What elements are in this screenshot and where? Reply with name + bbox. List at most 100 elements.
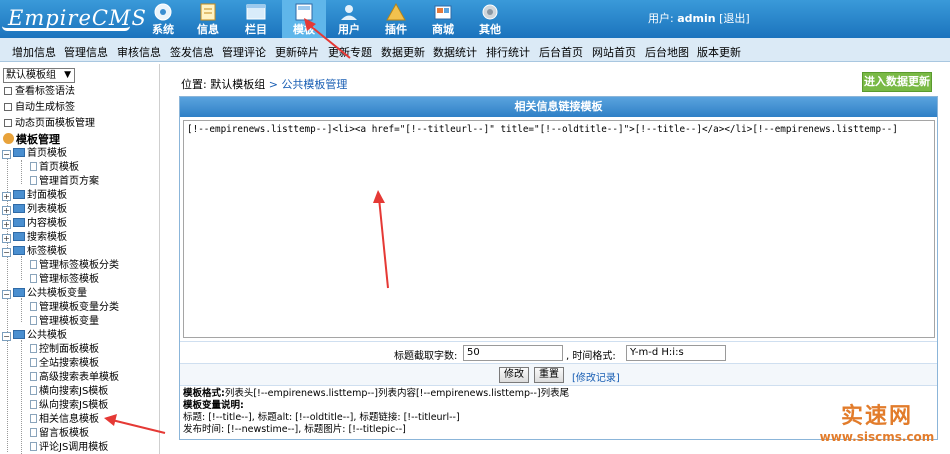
tree-item-cp-template[interactable]: 控制面板模板 bbox=[30, 344, 99, 356]
submenu-version-update[interactable]: 版本更新 bbox=[697, 44, 741, 60]
tree-folder-tag[interactable]: − 标签模板 bbox=[2, 246, 67, 258]
template-group-select[interactable]: 默认模板组 ▼ bbox=[3, 68, 75, 83]
submit-button[interactable]: 修改 bbox=[499, 367, 529, 383]
tree-label: 高级搜索表单模板 bbox=[39, 372, 119, 383]
submenu-update-fragment[interactable]: 更新碎片 bbox=[275, 44, 319, 60]
tree-item-tag-template[interactable]: 管理标签模板 bbox=[30, 274, 99, 286]
help-format-text: 列表头[!--empirenews.listtemp--]列表内容[!--emp… bbox=[224, 388, 570, 399]
tree-item-related-info[interactable]: 相关信息模板 bbox=[30, 414, 99, 426]
tree-item-comment-js[interactable]: 评论JS调用模板 bbox=[30, 442, 108, 454]
nav-shop[interactable]: 商城 bbox=[421, 0, 465, 38]
user-name: admin bbox=[677, 12, 716, 25]
enter-data-update-button[interactable]: 进入数据更新 bbox=[862, 72, 932, 92]
nav-system[interactable]: 系统 bbox=[141, 0, 185, 38]
submenu-update-topic[interactable]: 更新专题 bbox=[328, 44, 372, 60]
document-icon bbox=[30, 414, 37, 423]
tree-item-tag-class[interactable]: 管理标签模板分类 bbox=[30, 260, 119, 272]
time-format-label: , 时间格式: bbox=[566, 351, 616, 362]
expand-icon[interactable]: + bbox=[2, 192, 11, 201]
folder-open-icon bbox=[13, 330, 25, 339]
reset-button[interactable]: 重置 bbox=[534, 367, 564, 383]
tree-label: 公共模板 bbox=[27, 330, 67, 341]
document-icon bbox=[30, 302, 37, 311]
submenu-site-home[interactable]: 网站首页 bbox=[592, 44, 636, 60]
nav-plugin[interactable]: 插件 bbox=[374, 0, 418, 38]
sidebar-link-auto-tag[interactable]: 自动生成标签 bbox=[4, 102, 75, 114]
breadcrumb-group[interactable]: 默认模板组 bbox=[210, 78, 265, 91]
submenu-rank-stats[interactable]: 排行统计 bbox=[486, 44, 530, 60]
tree-label: 首页模板 bbox=[27, 148, 67, 159]
nav-column[interactable]: 栏目 bbox=[234, 0, 278, 38]
tree-folder-content[interactable]: + 内容模板 bbox=[2, 218, 67, 230]
tree-label: 搜索模板 bbox=[27, 232, 67, 243]
tree-item-adv-search[interactable]: 高级搜索表单模板 bbox=[30, 372, 119, 384]
submenu-admin-map[interactable]: 后台地图 bbox=[645, 44, 689, 60]
submenu-data-update[interactable]: 数据更新 bbox=[381, 44, 425, 60]
submenu-add-info[interactable]: 增加信息 bbox=[12, 44, 56, 60]
tree-label: 全站搜索模板 bbox=[39, 358, 99, 369]
user-icon bbox=[341, 5, 357, 20]
nav-label: 插件 bbox=[385, 23, 407, 36]
system-icon bbox=[154, 3, 172, 21]
tree-label: 管理模板变量分类 bbox=[39, 302, 119, 313]
nav-template[interactable]: 模板 bbox=[282, 0, 326, 38]
sidebar-link-label: 动态页面模板管理 bbox=[15, 118, 95, 129]
sidebar-link-tag-syntax[interactable]: 查看标签语法 bbox=[4, 86, 75, 98]
tree-label: 管理首页方案 bbox=[39, 176, 99, 187]
empirecms-logo[interactable]: EmpireCMS bbox=[2, 4, 146, 34]
expand-icon[interactable]: + bbox=[2, 220, 11, 229]
panel-title: 相关信息链接模板 bbox=[180, 97, 937, 117]
title-length-input[interactable]: 50 bbox=[463, 345, 563, 361]
tree-folder-public[interactable]: − 公共模板 bbox=[2, 330, 67, 342]
collapse-icon[interactable]: − bbox=[2, 150, 11, 159]
document-icon bbox=[30, 372, 37, 381]
tree-folder-home[interactable]: − 首页模板 bbox=[2, 148, 67, 160]
submenu-audit-info[interactable]: 审核信息 bbox=[117, 44, 161, 60]
nav-other[interactable]: 其他 bbox=[468, 0, 512, 38]
submenu-data-stats[interactable]: 数据统计 bbox=[433, 44, 477, 60]
nav-user[interactable]: 用户 bbox=[327, 0, 371, 38]
expand-icon[interactable]: + bbox=[2, 234, 11, 243]
tree-item-vsearch-js[interactable]: 纵向搜索JS模板 bbox=[30, 400, 108, 412]
template-editor[interactable]: [!--empirenews.listtemp--]<li><a href="[… bbox=[183, 120, 935, 338]
tree-item-site-search[interactable]: 全站搜索模板 bbox=[30, 358, 99, 370]
submenu-admin-home[interactable]: 后台首页 bbox=[539, 44, 583, 60]
tree-item-home-template[interactable]: 首页模板 bbox=[30, 162, 79, 174]
nav-label: 信息 bbox=[197, 23, 219, 36]
tree-item-guestbook[interactable]: 留言板模板 bbox=[30, 428, 89, 440]
left-sidebar: 默认模板组 ▼ 查看标签语法 自动生成标签 动态页面模板管理 模板管理 − 首页模… bbox=[0, 64, 160, 454]
submenu-manage-info[interactable]: 管理信息 bbox=[64, 44, 108, 60]
tree-line bbox=[21, 298, 22, 322]
collapse-icon[interactable]: − bbox=[2, 248, 11, 257]
nav-info[interactable]: 信息 bbox=[186, 0, 230, 38]
top-bar: EmpireCMS 系统 信息 栏目 模板 用户 插件 商城 其他 用户: ad… bbox=[0, 0, 950, 38]
history-link[interactable]: [修改记录] bbox=[572, 369, 620, 384]
submenu-sign-info[interactable]: 签发信息 bbox=[170, 44, 214, 60]
user-prefix: 用户: bbox=[648, 12, 674, 25]
help-vars-label: 模板变量说明: bbox=[183, 400, 244, 411]
square-icon bbox=[4, 103, 12, 111]
tree-folder-list[interactable]: + 列表模板 bbox=[2, 204, 67, 216]
tree-item-home-plan[interactable]: 管理首页方案 bbox=[30, 176, 99, 188]
logout-link[interactable]: [退出] bbox=[719, 12, 750, 25]
time-format-input[interactable]: Y-m-d H:i:s bbox=[626, 345, 726, 361]
tree-item-var-manage[interactable]: 管理模板变量 bbox=[30, 316, 99, 328]
expand-icon[interactable]: + bbox=[2, 206, 11, 215]
folder-icon bbox=[13, 204, 25, 213]
folder-open-icon bbox=[13, 288, 25, 297]
tree-label: 相关信息模板 bbox=[39, 414, 99, 425]
breadcrumb-page[interactable]: 公共模板管理 bbox=[281, 78, 347, 91]
tree-item-var-class[interactable]: 管理模板变量分类 bbox=[30, 302, 119, 314]
document-icon bbox=[30, 358, 37, 367]
tree-folder-vars[interactable]: − 公共模板变量 bbox=[2, 288, 87, 300]
collapse-icon[interactable]: − bbox=[2, 290, 11, 299]
sidebar-link-dynamic-page[interactable]: 动态页面模板管理 bbox=[4, 118, 95, 130]
tree-label: 纵向搜索JS模板 bbox=[39, 400, 109, 411]
document-icon bbox=[30, 442, 37, 451]
submenu-manage-comment[interactable]: 管理评论 bbox=[222, 44, 266, 60]
folder-icon bbox=[13, 218, 25, 227]
collapse-icon[interactable]: − bbox=[2, 332, 11, 341]
tree-folder-search[interactable]: + 搜索模板 bbox=[2, 232, 67, 244]
tree-item-hsearch-js[interactable]: 横向搜索JS模板 bbox=[30, 386, 108, 398]
tree-folder-cover[interactable]: + 封面模板 bbox=[2, 190, 67, 202]
